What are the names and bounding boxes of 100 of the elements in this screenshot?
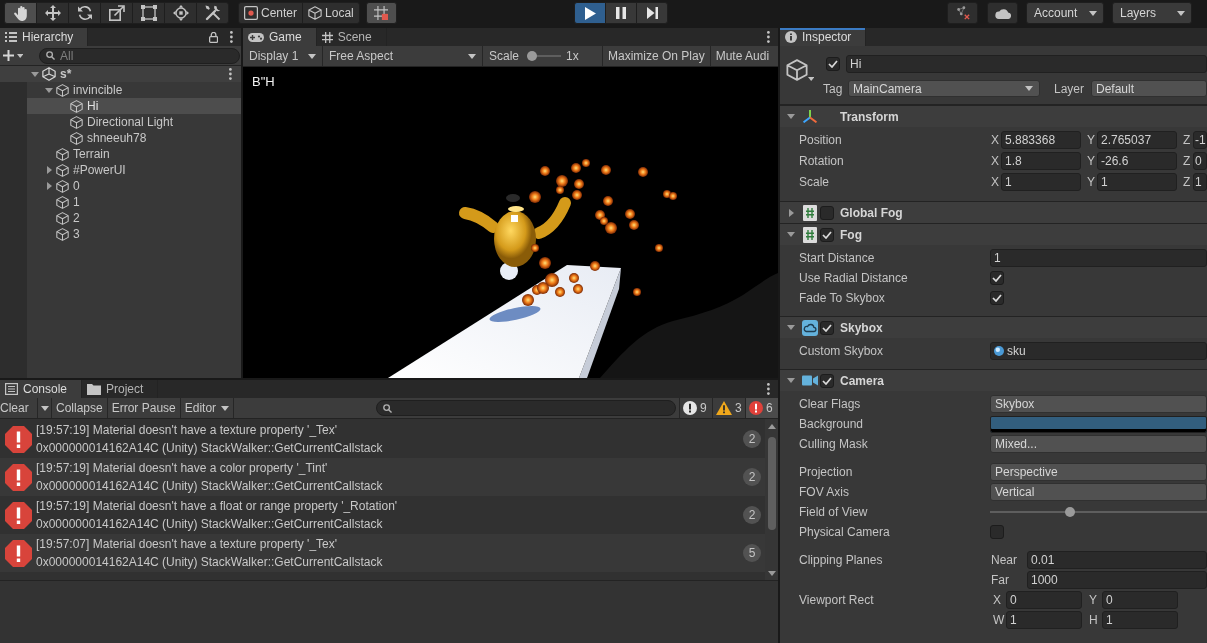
checkbox[interactable] (990, 271, 1004, 285)
scrollbar[interactable] (765, 419, 778, 580)
caret-down-icon[interactable] (31, 71, 39, 77)
tool-button[interactable] (164, 2, 197, 24)
component-header[interactable]: Transform (780, 105, 1207, 127)
search-field[interactable] (376, 400, 676, 416)
checkbox[interactable] (990, 291, 1004, 305)
checkbox[interactable] (826, 57, 840, 71)
aspect-dropdown[interactable]: Free Aspect (323, 46, 483, 66)
pivot-button[interactable]: Local (302, 2, 360, 24)
object-field[interactable]: sku (990, 342, 1207, 360)
tool-button[interactable] (196, 2, 229, 24)
collapse-button[interactable]: Collapse (52, 398, 108, 418)
step-button[interactable] (636, 2, 668, 24)
number-field[interactable]: 1 (1001, 173, 1081, 191)
caret-right-icon[interactable] (46, 182, 52, 190)
scroll-up-icon[interactable] (767, 424, 776, 429)
caret-down-icon[interactable] (787, 232, 795, 237)
kebab-menu-icon[interactable] (767, 383, 770, 395)
tree-item[interactable]: 1 (27, 194, 241, 210)
clear-options-button[interactable] (38, 398, 52, 418)
tab[interactable]: Inspector (780, 28, 867, 46)
dropdown[interactable]: Perspective (990, 463, 1207, 481)
number-field[interactable]: 1 (1097, 173, 1177, 191)
component-header[interactable]: Global Fog (780, 201, 1207, 223)
color-field[interactable] (990, 415, 1207, 433)
number-field[interactable]: 1 (1006, 611, 1082, 629)
layers-dropdown[interactable]: Layers (1112, 2, 1192, 24)
tree-item[interactable]: 2 (27, 210, 241, 226)
tool-button[interactable] (68, 2, 101, 24)
toolbar-button[interactable]: Maximize On Play (603, 46, 711, 66)
tag-dropdown[interactable]: MainCamera (848, 80, 1040, 97)
tree-item[interactable]: invincible (27, 82, 241, 98)
tree-item[interactable]: Hi (27, 98, 241, 114)
tab[interactable]: Hierarchy (0, 28, 89, 46)
error-pause-button[interactable]: Error Pause (107, 398, 181, 418)
tree-item[interactable]: s* (0, 66, 241, 82)
tool-button[interactable] (132, 2, 165, 24)
pivot-button[interactable]: Center (238, 2, 304, 24)
number-field[interactable]: 1 (990, 249, 1207, 267)
caret-down-icon[interactable] (808, 77, 815, 81)
tree-item[interactable]: Terrain (27, 146, 241, 162)
play-button[interactable] (574, 2, 606, 24)
tree-item[interactable]: 3 (27, 226, 241, 242)
info-filter-button[interactable]: 9 (679, 398, 712, 418)
number-field[interactable]: 0.01 (1027, 551, 1207, 569)
number-field[interactable]: 5.883368 (1001, 131, 1081, 149)
dropdown[interactable]: Mixed... (990, 435, 1207, 453)
caret-down-icon[interactable] (787, 114, 795, 119)
display-dropdown[interactable]: Display 1 (243, 46, 323, 66)
tab[interactable]: Game (243, 28, 317, 46)
number-field[interactable]: 0 (1006, 591, 1082, 609)
collab-button[interactable] (947, 2, 978, 24)
number-field[interactable]: 1 (1102, 611, 1178, 629)
tab[interactable]: Console (0, 380, 83, 398)
tool-button[interactable] (4, 2, 37, 24)
grid-snap-button[interactable] (365, 2, 397, 24)
scroll-down-icon[interactable] (767, 571, 776, 576)
number-field[interactable]: 1 (1193, 173, 1207, 191)
name-field[interactable]: Hi (846, 55, 1207, 73)
clear-button[interactable]: Clear (0, 398, 38, 418)
kebab-menu-icon[interactable] (230, 31, 233, 43)
kebab-menu-icon[interactable] (229, 68, 232, 80)
caret-down-icon[interactable] (45, 87, 53, 93)
number-field[interactable]: 1.8 (1001, 152, 1081, 170)
toolbar-button[interactable]: Mute Audi (710, 46, 778, 66)
checkbox[interactable] (820, 227, 834, 242)
component-header[interactable]: Skybox (780, 316, 1207, 338)
pause-button[interactable] (605, 2, 637, 24)
tool-button[interactable] (100, 2, 133, 24)
number-field[interactable]: 2.765037 (1097, 131, 1177, 149)
checkbox[interactable] (990, 525, 1004, 539)
log-entry[interactable]: [19:57:19] Material doesn't have a color property '_Tint' 0x000000014162A14C (Unity) StackWalker::GetCurrentCallstack 2 (0, 458, 765, 496)
layer-dropdown[interactable]: Default (1091, 80, 1207, 97)
kebab-menu-icon[interactable] (767, 31, 770, 43)
account-dropdown[interactable]: Account (1026, 2, 1104, 24)
checkbox[interactable] (820, 373, 834, 388)
number-field[interactable]: 1000 (1027, 571, 1207, 589)
checkbox[interactable] (820, 205, 834, 220)
editor-dropdown[interactable]: Editor (180, 398, 235, 418)
checkbox[interactable] (820, 320, 834, 335)
log-entry[interactable]: [19:57:07] Material doesn't have a texture property '_Tex' 0x000000014162A14C (Unity) StackWalker::GetCurrentCallstack 5 (0, 534, 765, 572)
tree-item[interactable]: Directional Light (27, 114, 241, 130)
slider-thumb[interactable] (527, 51, 538, 61)
number-field[interactable]: 0 (1193, 152, 1207, 170)
scrollbar-thumb[interactable] (767, 437, 776, 530)
component-header[interactable]: Camera (780, 369, 1207, 391)
caret-down-icon[interactable] (787, 325, 795, 330)
search-field[interactable]: All (39, 47, 240, 64)
slider-thumb[interactable] (1064, 507, 1075, 517)
dropdown[interactable]: Vertical (990, 483, 1207, 501)
tree-item[interactable]: shneeuh78 (27, 130, 241, 146)
dropdown[interactable]: Skybox (990, 395, 1207, 413)
number-field[interactable]: -1 (1193, 131, 1207, 149)
tree-item[interactable]: #PowerUI (27, 162, 241, 178)
caret-right-icon[interactable] (788, 208, 794, 217)
component-header[interactable]: Fog (780, 223, 1207, 245)
caret-right-icon[interactable] (46, 166, 52, 174)
tool-button[interactable] (36, 2, 69, 24)
caret-down-icon[interactable] (787, 378, 795, 383)
